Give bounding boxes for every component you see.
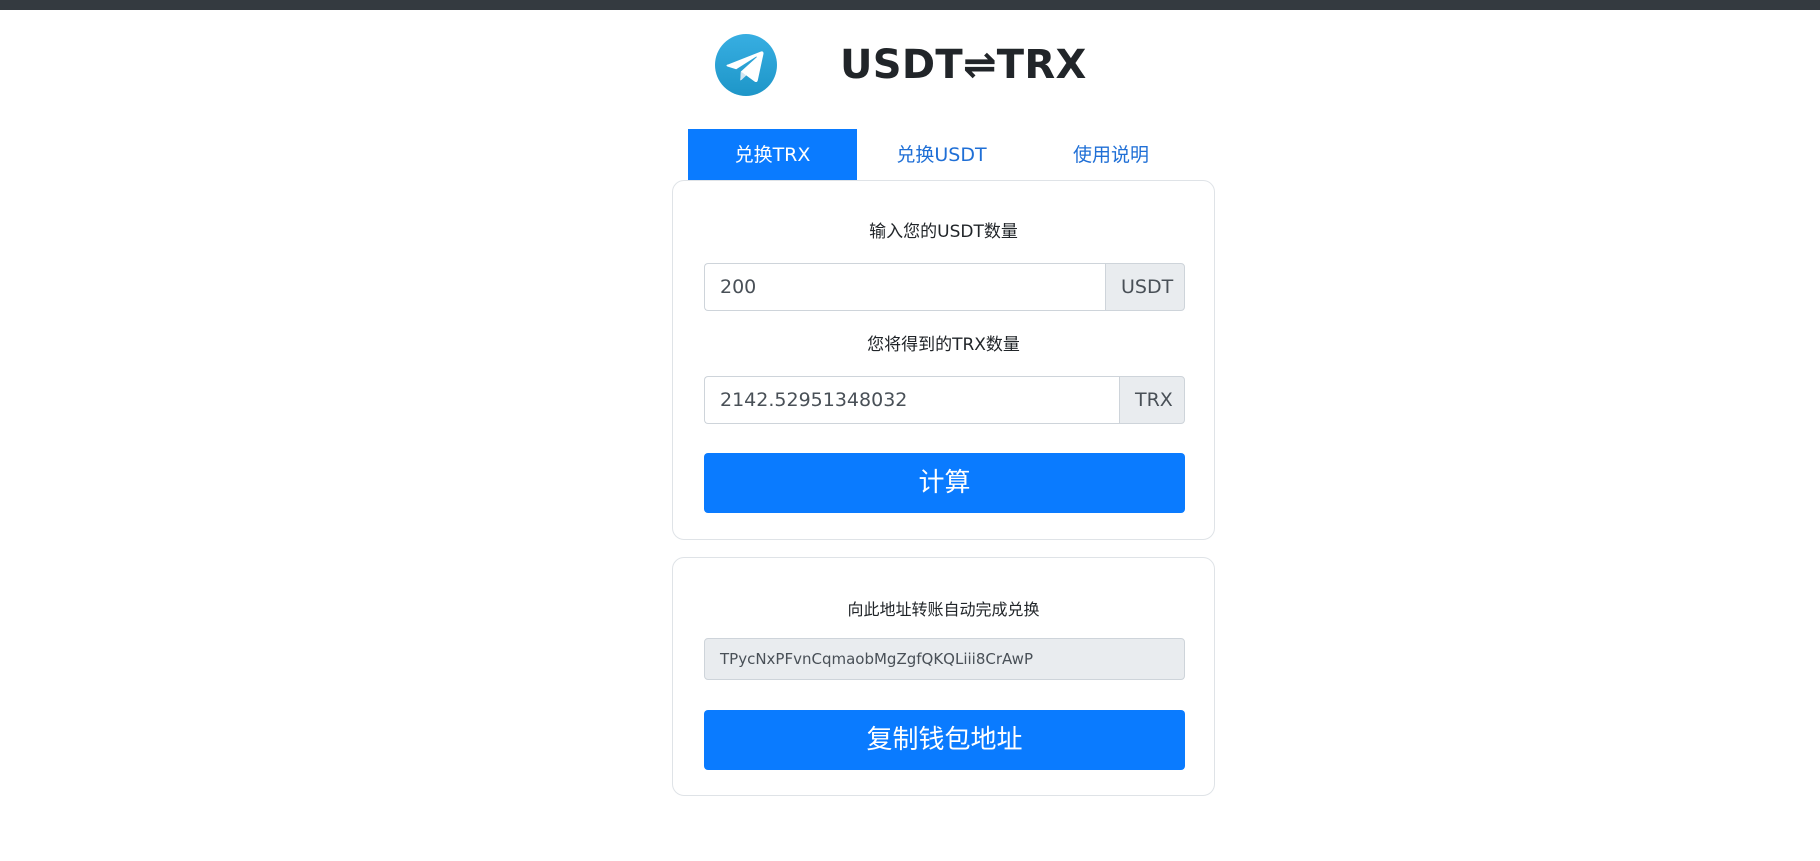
calculate-button[interactable]: 计算 [704, 453, 1185, 513]
tab-instructions[interactable]: 使用说明 [1026, 129, 1196, 181]
telegram-icon[interactable] [714, 33, 778, 97]
usdt-amount-label: 输入您的USDT数量 [869, 222, 1018, 242]
usdt-unit-addon: USDT [1105, 263, 1185, 311]
page-header: USDT⇌TRX [714, 33, 1114, 97]
usdt-amount-input[interactable]: 200 [704, 263, 1105, 311]
wallet-address-field[interactable]: TPycNxPFvnCqmaobMgZgfQKQLiii8CrAwP [704, 638, 1185, 680]
tab-exchange-usdt[interactable]: 兑换USDT [857, 129, 1026, 181]
tab-bar: 兑换TRX 兑换USDT 使用说明 [688, 129, 1196, 181]
usdt-input-group: 200 USDT [704, 263, 1185, 311]
trx-input-group: 2142.52951348032 TRX [704, 376, 1185, 424]
exchange-card: 输入您的USDT数量 200 USDT 您将得到的TRX数量 2142.5295… [672, 180, 1215, 540]
trx-amount-input[interactable]: 2142.52951348032 [704, 376, 1119, 424]
trx-unit-addon: TRX [1119, 376, 1185, 424]
browser-top-bar [0, 0, 1820, 10]
wallet-instruction-label: 向此地址转账自动完成兑换 [847, 600, 1040, 619]
tab-exchange-trx[interactable]: 兑换TRX [688, 129, 857, 181]
trx-amount-label: 您将得到的TRX数量 [867, 335, 1020, 355]
copy-wallet-address-button[interactable]: 复制钱包地址 [704, 710, 1185, 770]
wallet-card: 向此地址转账自动完成兑换 TPycNxPFvnCqmaobMgZgfQKQLii… [672, 557, 1215, 796]
page-title: USDT⇌TRX [840, 42, 1087, 88]
